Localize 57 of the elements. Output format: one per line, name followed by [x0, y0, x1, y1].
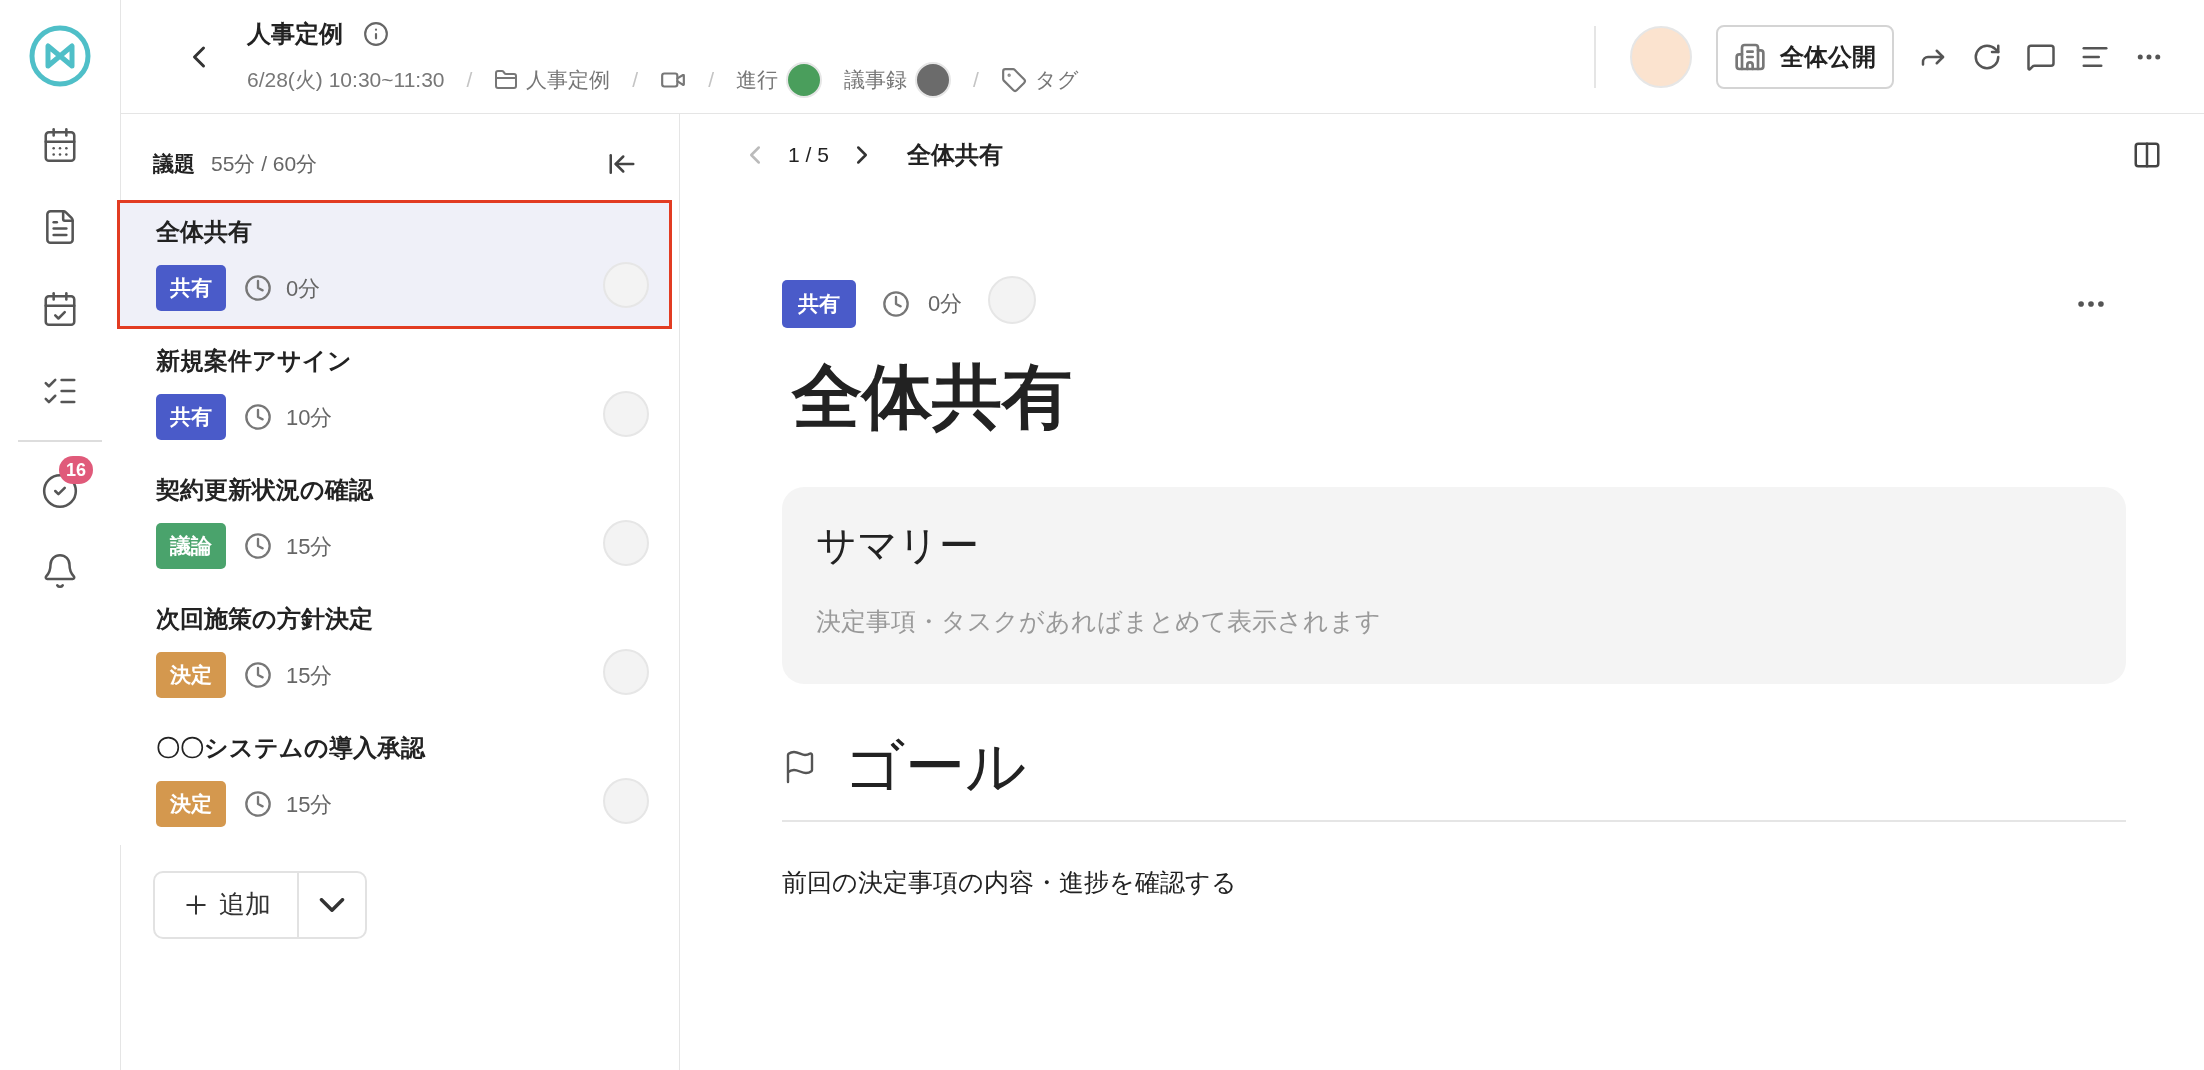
separator: / [708, 66, 715, 93]
visibility-button[interactable]: 全体公開 [1716, 24, 1894, 89]
chevron-down-icon [319, 897, 345, 912]
separator: / [466, 66, 473, 93]
avatar [603, 648, 649, 695]
agenda-type-tag: 共有 [782, 279, 856, 328]
summary-hint: 決定事項・タスクがあればまとめて表示されます [816, 606, 1382, 637]
avatar [603, 519, 649, 566]
agenda-item-title: 〇〇システムの導入承認 [156, 732, 427, 763]
separator: / [632, 66, 639, 93]
calendar-check-icon[interactable] [41, 290, 79, 328]
calendar-icon[interactable] [41, 126, 79, 164]
role-label: 進行 [736, 66, 779, 93]
folder-name[interactable]: 人事定例 [526, 63, 611, 96]
agenda-duration: 15分 [286, 661, 333, 690]
agenda-duration: 15分 [286, 790, 333, 819]
agenda-type-tag: 決定 [156, 781, 226, 827]
agenda-duration: 10分 [286, 403, 333, 432]
goal-heading: ゴール [844, 732, 1026, 802]
agenda-label: 議題 [153, 151, 195, 177]
clock-icon [244, 403, 272, 431]
page-counter: 1 / 5 [788, 142, 829, 169]
meeting-datetime: 6/28(火) 10:30~11:30 [247, 66, 445, 93]
avatar [603, 390, 649, 437]
notification-badge: 16 [59, 456, 94, 484]
role-label: 議事録 [844, 66, 908, 93]
separator: / [973, 66, 979, 93]
tag-label[interactable]: タグ [1034, 63, 1079, 96]
agenda-item[interactable]: 全体共有 共有 0分 [117, 199, 672, 329]
agenda-item-title: 契約更新状況の確認 [156, 474, 375, 505]
agenda-duration: 15分 [286, 532, 333, 561]
summary-title: サマリー [816, 522, 980, 569]
agenda-nav-title: 全体共有 [906, 140, 1003, 170]
agenda-type-tag: 共有 [156, 394, 226, 440]
agenda-duration: 0分 [928, 290, 963, 318]
agenda-item-title: 全体共有 [156, 216, 253, 247]
folder-icon[interactable] [494, 67, 519, 92]
clock-icon [244, 274, 272, 302]
clock-icon [882, 289, 910, 318]
agenda-type-tag: 議論 [156, 523, 226, 569]
avatar [603, 777, 649, 824]
agenda-duration: 0分 [286, 274, 321, 303]
meeting-title: 人事定例 [247, 18, 343, 49]
split-view-icon[interactable] [2132, 140, 2162, 170]
clock-icon [244, 790, 272, 818]
goal-text: 前回の決定事項の内容・進捗を確認する [782, 867, 1238, 898]
agenda-title: 全体共有 [792, 357, 1073, 438]
avatar [988, 276, 1037, 324]
agenda-item-title: 新規案件アサイン [156, 345, 353, 376]
info-icon[interactable] [363, 20, 389, 47]
clock-icon [244, 661, 272, 689]
agenda-time: 55分 / 60分 [211, 151, 318, 177]
agenda-item-title: 次回施策の方針決定 [156, 603, 374, 634]
agenda-type-tag: 決定 [156, 652, 226, 698]
agenda-type-tag: 共有 [156, 265, 226, 311]
tag-icon[interactable] [1000, 66, 1027, 93]
clock-icon [244, 532, 272, 560]
